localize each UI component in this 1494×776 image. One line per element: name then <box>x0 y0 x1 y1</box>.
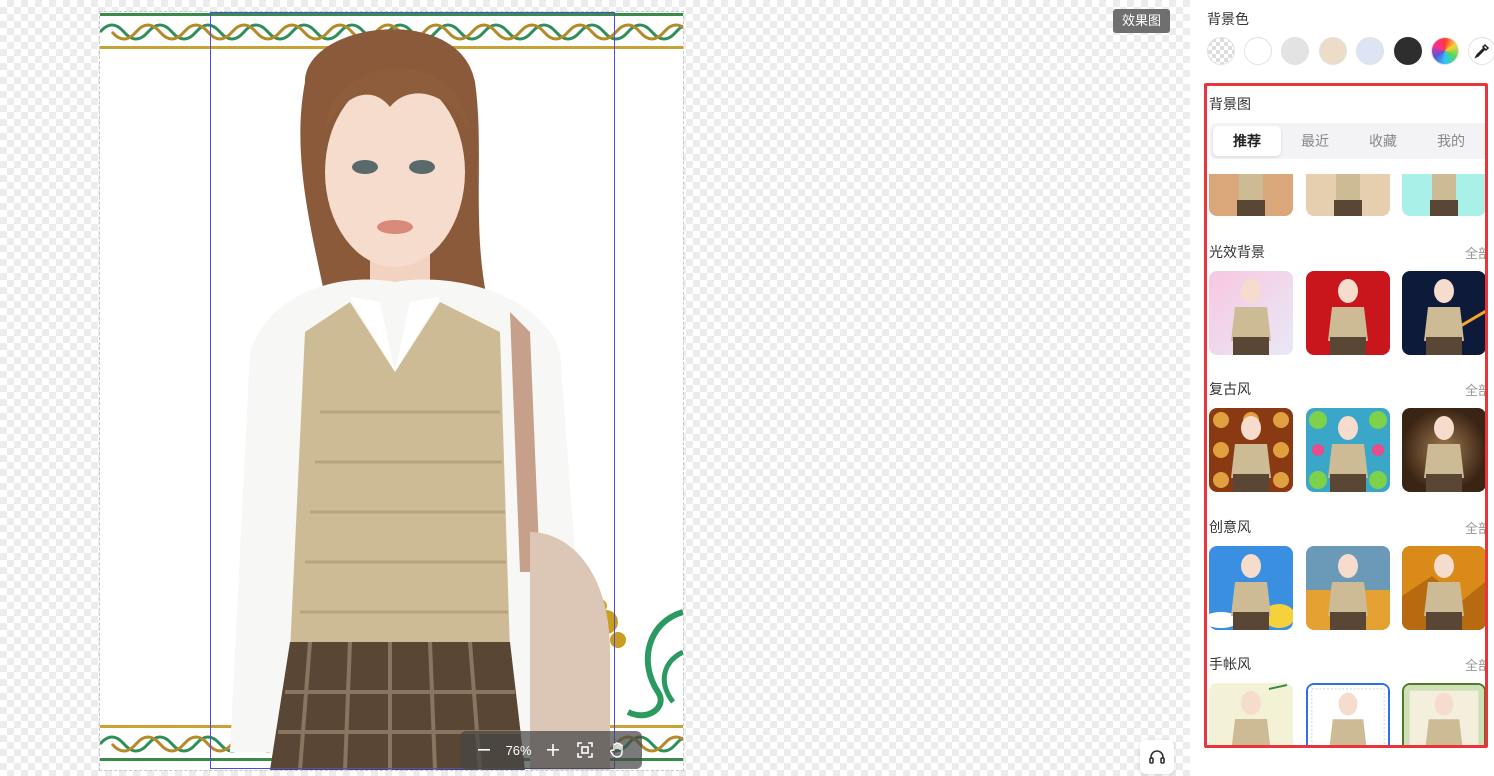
swatch-transparent[interactable] <box>1207 37 1235 65</box>
category-title-light-effects: 光效背景 <box>1209 244 1265 260</box>
thumbnail[interactable] <box>1209 271 1293 355</box>
thumbnail[interactable] <box>1209 683 1293 745</box>
settings-panel: 背景色 背景图 推荐 最近 收藏 我的 光效背景 全 复古风 全 创意风 全 手… <box>1190 0 1494 776</box>
minus-icon <box>478 749 491 751</box>
category-title-creative: 创意风 <box>1209 519 1251 535</box>
category-all-link[interactable]: 全部 <box>1465 655 1485 674</box>
thumbnail[interactable] <box>1306 546 1390 630</box>
background-color-title: 背景色 <box>1207 11 1249 27</box>
fit-screen-icon <box>577 742 594 758</box>
background-image-title: 背景图 <box>1209 96 1251 112</box>
tab-recommend[interactable]: 推荐 <box>1213 126 1281 156</box>
zoom-toolbar: 76% <box>460 731 642 769</box>
swatch-white[interactable] <box>1244 37 1272 65</box>
thumbnail[interactable] <box>1306 174 1390 216</box>
tab-favorites[interactable]: 收藏 <box>1349 126 1417 156</box>
color-swatches <box>1206 37 1494 67</box>
swatch-beige[interactable] <box>1319 37 1347 65</box>
fit-screen-button[interactable] <box>574 739 596 761</box>
thumbnail[interactable] <box>1402 683 1485 745</box>
tab-mine[interactable]: 我的 <box>1417 126 1485 156</box>
category-all-link[interactable]: 全部 <box>1465 380 1485 399</box>
thumbnail[interactable] <box>1209 408 1293 492</box>
thumbnail[interactable] <box>1402 408 1485 492</box>
eyedropper-button[interactable] <box>1468 37 1494 65</box>
eyedropper-icon <box>1474 43 1490 59</box>
zoom-in-button[interactable] <box>542 739 564 761</box>
thumbnail-selected[interactable] <box>1306 683 1390 745</box>
swatch-light-blue[interactable] <box>1356 37 1384 65</box>
plus-icon <box>547 744 559 756</box>
category-all-link[interactable]: 全部 <box>1465 518 1485 537</box>
category-title-journal: 手帐风 <box>1209 656 1251 672</box>
thumbnail[interactable] <box>1402 174 1485 216</box>
zoom-level: 76% <box>505 742 532 758</box>
thumbnail[interactable] <box>1306 271 1390 355</box>
background-image-section: 背景图 推荐 最近 收藏 我的 光效背景 全部 复古风 全 <box>1204 83 1488 748</box>
thumbnail[interactable] <box>1402 546 1485 630</box>
artboard[interactable] <box>99 11 684 771</box>
thumbnail[interactable] <box>1402 271 1485 355</box>
tab-recent[interactable]: 最近 <box>1281 126 1349 156</box>
swatch-dark[interactable] <box>1394 37 1422 65</box>
effect-preview-label[interactable]: 效果图 <box>1113 9 1171 33</box>
hand-icon <box>609 742 623 758</box>
category-title-retro: 复古风 <box>1209 381 1251 397</box>
background-tabs: 推荐 最近 收藏 我的 <box>1210 123 1485 159</box>
hand-tool-button[interactable] <box>607 739 629 761</box>
headset-icon <box>1149 750 1165 764</box>
zoom-out-button[interactable] <box>473 739 495 761</box>
selection-box[interactable] <box>210 12 615 769</box>
swatch-rainbow[interactable] <box>1431 37 1459 65</box>
customer-service-button[interactable] <box>1140 740 1174 774</box>
category-all-link[interactable]: 全部 <box>1465 243 1485 262</box>
canvas-area[interactable]: 效果图 76% <box>0 0 1190 776</box>
thumbnail[interactable] <box>1209 546 1293 630</box>
thumbnail[interactable] <box>1209 174 1293 216</box>
thumbnail[interactable] <box>1306 408 1390 492</box>
swatch-light-gray[interactable] <box>1281 37 1309 65</box>
